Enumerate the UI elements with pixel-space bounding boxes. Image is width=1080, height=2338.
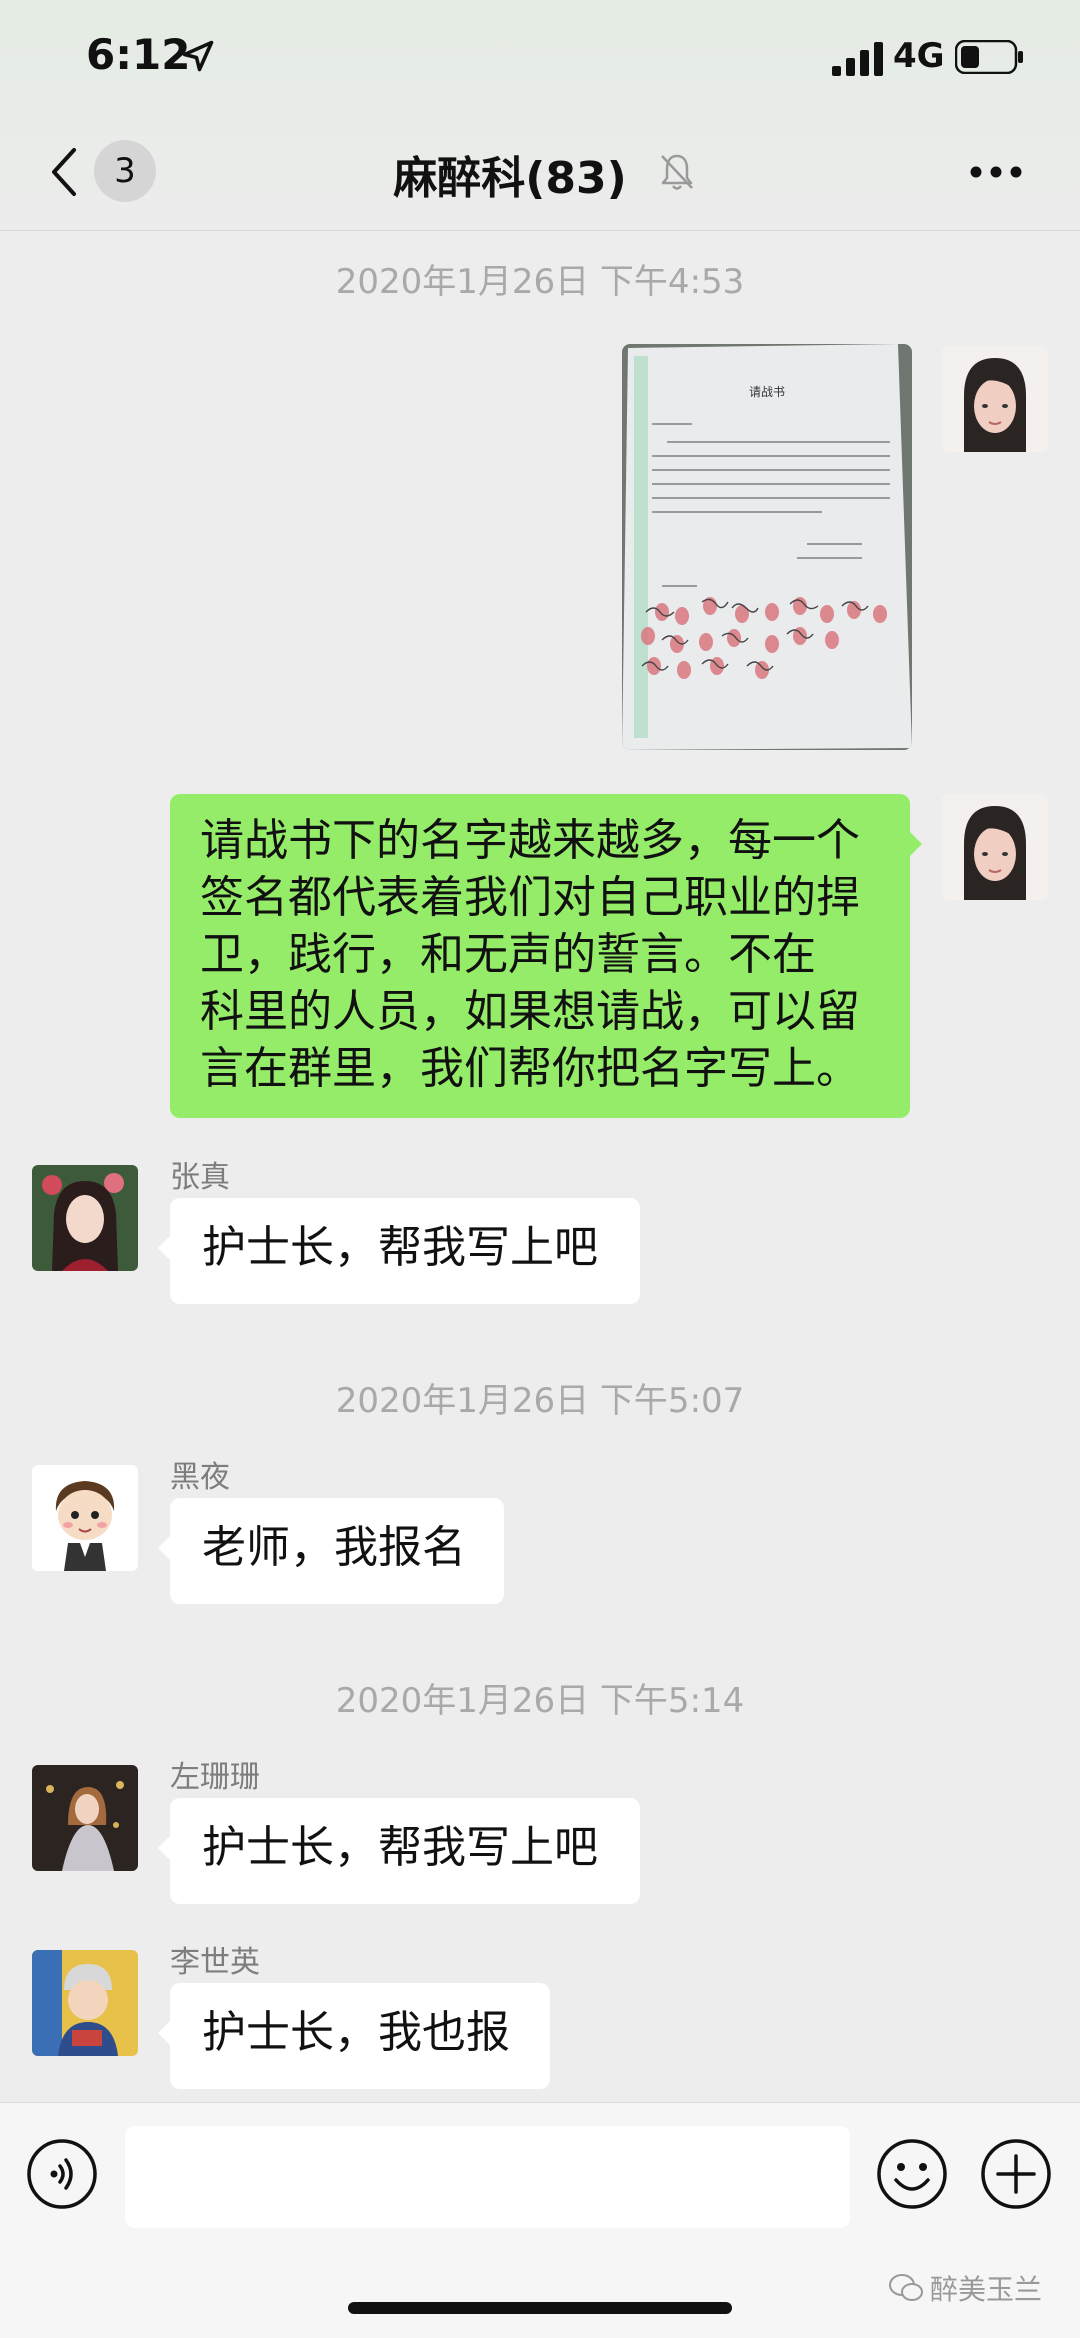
message-timestamp: 2020年1月26日 下午5:14: [335, 1681, 745, 1721]
message-line: 言在群里，我们帮你把名字写上。: [200, 1043, 860, 1094]
self-text-message[interactable]: 请战书下的名字越来越多，每一个 签名都代表着我们对自己职业的捍 卫，践行，和无声…: [170, 794, 922, 1118]
image-message-petition[interactable]: 请战书: [622, 344, 912, 750]
watermark: 醉美玉兰: [888, 2268, 1042, 2308]
self-avatar[interactable]: [942, 346, 1048, 452]
sender-name: 李世英: [170, 1945, 260, 1980]
avatar-heiye[interactable]: [32, 1465, 138, 1571]
cellular-signal-icon: [832, 42, 883, 76]
avatar-zhangzhen[interactable]: [32, 1165, 138, 1271]
message-line: 签名都代表着我们对自己职业的捍: [200, 872, 860, 923]
self-avatar[interactable]: [942, 794, 1048, 900]
unread-count-badge[interactable]: 3: [94, 140, 156, 202]
incoming-text-message[interactable]: 护士长，帮我写上吧: [158, 1198, 640, 1304]
message-line: 卫，践行，和无声的誓言。不在: [200, 929, 816, 980]
network-type: 4G: [893, 36, 945, 76]
status-time: 6:12: [86, 30, 191, 79]
incoming-text-message[interactable]: 老师，我报名: [158, 1498, 504, 1604]
sender-name: 左珊珊: [170, 1760, 260, 1795]
message-input[interactable]: [125, 2126, 850, 2228]
sender-name: 黑夜: [170, 1460, 230, 1495]
more-options-icon[interactable]: [970, 165, 1022, 179]
voice-input-icon[interactable]: [26, 2138, 98, 2210]
back-chevron-icon[interactable]: [48, 146, 78, 198]
incoming-text-message[interactable]: 护士长，我也报: [158, 1983, 550, 2089]
message-line: 科里的人员，如果想请战，可以留: [200, 986, 860, 1037]
sender-name: 张真: [170, 1160, 230, 1195]
mute-bell-icon: [661, 154, 693, 190]
avatar-lishiying[interactable]: [32, 1950, 138, 2056]
battery-icon: [955, 40, 1023, 74]
watermark-text: 醉美玉兰: [930, 2273, 1043, 2306]
top-bar: 6:12 4G 3 麻醉科(83): [0, 0, 1080, 231]
incoming-text-message[interactable]: 护士长，帮我写上吧: [158, 1798, 640, 1904]
chat-title: 麻醉科(83): [393, 153, 627, 204]
home-indicator[interactable]: [348, 2302, 732, 2314]
wechat-logo-icon: [889, 2274, 923, 2301]
message-timestamp: 2020年1月26日 下午4:53: [335, 262, 745, 302]
add-more-icon[interactable]: [980, 2138, 1052, 2210]
message-timestamp: 2020年1月26日 下午5:07: [335, 1381, 745, 1421]
message-line: 请战书下的名字越来越多，每一个: [200, 815, 860, 866]
petition-title: 请战书: [749, 385, 785, 399]
location-arrow-icon: [182, 40, 214, 72]
emoji-icon[interactable]: [876, 2138, 948, 2210]
avatar-zuoshanshan[interactable]: [32, 1765, 138, 1871]
